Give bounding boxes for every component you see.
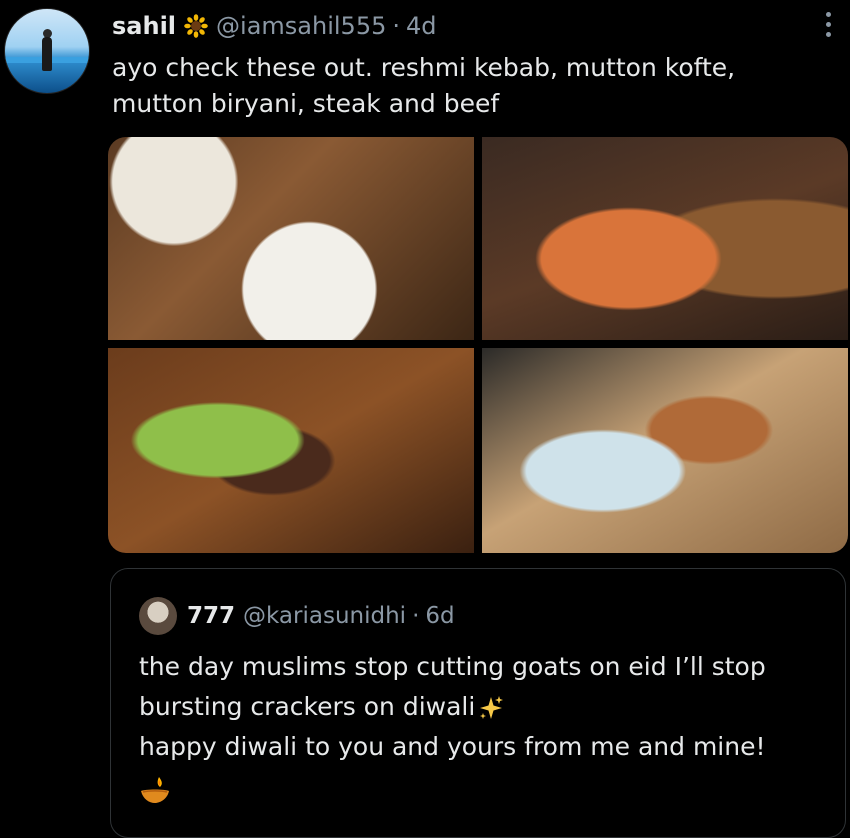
quoted-text-line: happy diwali to you and yours from me an… — [139, 732, 766, 761]
photo-1[interactable]: rice and grilled meat plate — [108, 137, 474, 340]
display-name[interactable]: sahil — [112, 12, 176, 40]
diya-lamp-icon — [139, 775, 171, 805]
photo-4[interactable]: noodle dish and copper pan — [482, 348, 848, 553]
quoted-display-name[interactable]: 777 — [187, 603, 235, 629]
post-header: sahil @iamsahil555 · 4d — [112, 10, 437, 42]
separator-dot: · — [392, 12, 400, 40]
timestamp[interactable]: 4d — [406, 12, 437, 40]
sunflower-icon — [184, 14, 208, 38]
quoted-post-header: 777 @kariasunidhi · 6d — [139, 597, 455, 635]
quoted-text-line: the day muslims stop cutting goats on ei… — [139, 652, 766, 681]
post-text-line: mutton biryani, steak and beef — [112, 89, 500, 118]
quoted-timestamp[interactable]: 6d — [425, 603, 454, 629]
quoted-avatar[interactable] — [139, 597, 177, 635]
quoted-text-line: bursting crackers on diwali — [139, 692, 476, 721]
photo-3[interactable]: salad and grilled meat on wooden board — [108, 348, 474, 553]
handle[interactable]: @iamsahil555 — [216, 12, 386, 40]
avatar-person-body — [42, 37, 52, 71]
quoted-post-text: the day muslims stop cutting goats on ei… — [139, 647, 829, 807]
quoted-text-line-with-emoji: bursting crackers on diwali — [139, 687, 829, 727]
separator-dot: · — [412, 603, 420, 629]
post-text: ayo check these out. reshmi kebab, mutto… — [112, 50, 812, 122]
photo-2[interactable]: biryani with lamb shank — [482, 137, 848, 340]
avatar[interactable] — [4, 8, 90, 94]
quoted-post[interactable]: 777 @kariasunidhi · 6d the day muslims s… — [110, 568, 846, 838]
quoted-handle[interactable]: @kariasunidhi — [243, 603, 406, 629]
sparkles-icon — [477, 694, 505, 722]
more-vertical-icon[interactable] — [826, 12, 832, 40]
media-grid: rice and grilled meat plate biryani with… — [108, 137, 848, 553]
post-text-line: ayo check these out. reshmi kebab, mutto… — [112, 53, 736, 82]
